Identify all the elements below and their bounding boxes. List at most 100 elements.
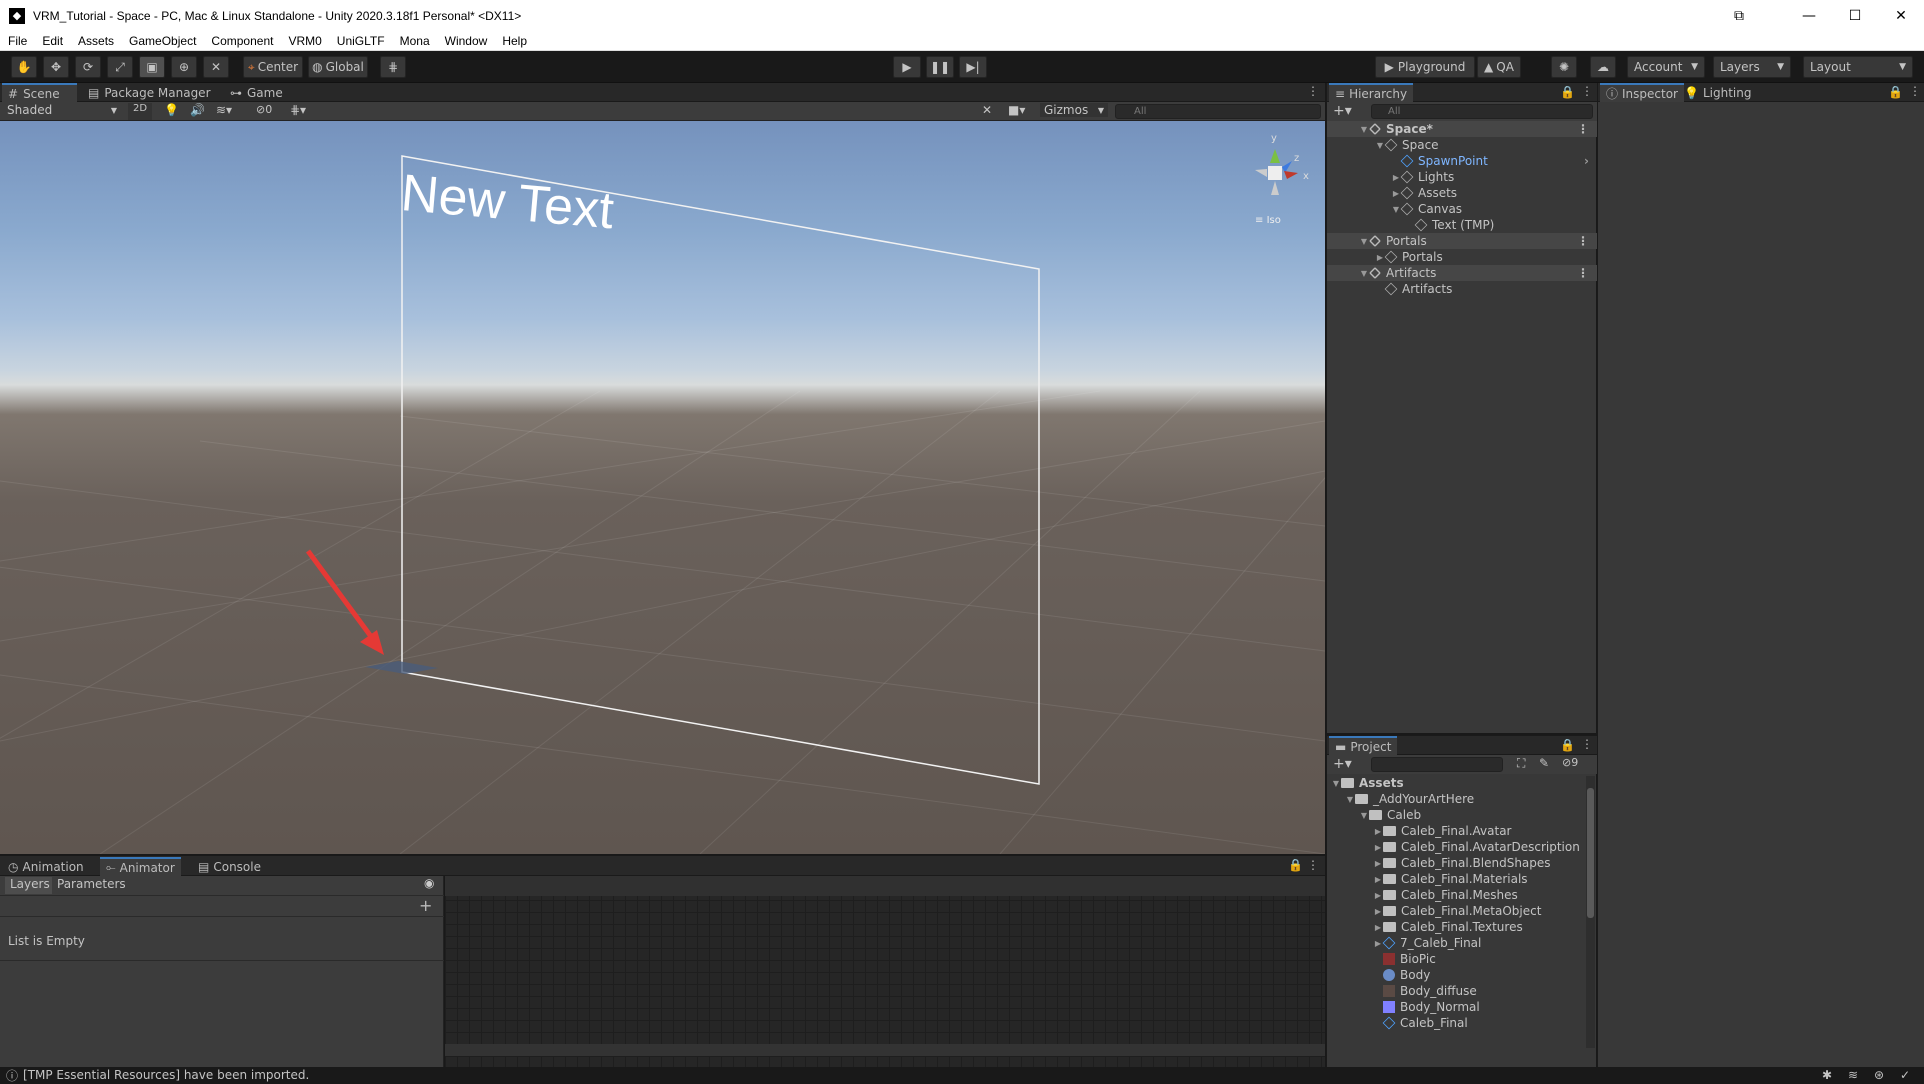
hierarchy-item-canvas[interactable]: ▼ Canvas [1327, 201, 1597, 217]
project-scrollbar[interactable] [1586, 776, 1595, 1048]
project-item-addyourarthere[interactable]: ▼ _AddYourArtHere [1327, 791, 1587, 807]
project-item-folder[interactable]: ▶ Caleb_Final.BlendShapes [1327, 855, 1587, 871]
lock-icon[interactable]: 🔒 [1288, 858, 1303, 872]
tab-scene[interactable]: # Scene [2, 83, 77, 102]
lighting-toggle-icon[interactable]: 💡 [164, 103, 179, 117]
status-message[interactable]: [TMP Essential Resources] have been impo… [23, 1068, 309, 1082]
gizmos-dropdown[interactable]: Gizmos ▼ [1040, 103, 1108, 117]
account-dropdown[interactable]: Account ▼ [1627, 56, 1705, 78]
tab-project[interactable]: ▬ Project [1329, 736, 1398, 755]
camera-dropdown-icon[interactable]: ■▾ [1008, 103, 1025, 117]
grid-toggle-icon[interactable]: ⋕▾ [290, 103, 306, 117]
filter-label-icon[interactable]: ✎ [1539, 756, 1549, 770]
lock-icon[interactable]: 🔒 [1560, 85, 1575, 99]
grid-snap-icon[interactable]: ⋕ [380, 56, 406, 78]
bug-icon[interactable]: ✱ [1822, 1068, 1832, 1082]
lock-icon[interactable]: 🔒 [1560, 738, 1575, 752]
kebab-menu-icon[interactable]: ⋮ [1581, 737, 1593, 751]
menu-file[interactable]: File [8, 34, 27, 48]
animator-graph[interactable] [445, 876, 1325, 1067]
move-tool-icon[interactable]: ✥ [43, 56, 69, 78]
iso-toggle[interactable]: ≡ Iso [1255, 215, 1281, 226]
project-item-assets[interactable]: ▼ Assets [1327, 775, 1587, 791]
eye-icon[interactable]: ◉ [424, 876, 434, 890]
menu-window[interactable]: Window [445, 34, 488, 48]
project-item-folder[interactable]: ▶ Caleb_Final.MetaObject [1327, 903, 1587, 919]
tab-hierarchy[interactable]: ≡ Hierarchy [1329, 83, 1414, 102]
menu-unigltf[interactable]: UniGLTF [337, 34, 385, 48]
hierarchy-scene-space[interactable]: ▼ Space* ⋮ [1327, 121, 1597, 137]
hierarchy-search-input[interactable]: All [1371, 104, 1593, 119]
menu-gameobject[interactable]: GameObject [129, 34, 196, 48]
hand-tool-icon[interactable]: ✋ [11, 56, 37, 78]
scrollbar-thumb[interactable] [1587, 788, 1594, 918]
filter-type-icon[interactable]: ⛶ [1517, 756, 1525, 771]
rect-tool-icon[interactable]: ▣ [139, 56, 165, 78]
playground-button[interactable]: ▶ Playground [1375, 56, 1475, 78]
layers-tab[interactable]: Layers [5, 877, 52, 894]
project-item-folder[interactable]: ▶ Caleb_Final.AvatarDescription [1327, 839, 1587, 855]
project-item-folder[interactable]: ▶ Caleb_Final.Avatar [1327, 823, 1587, 839]
debug-mode-icon[interactable]: ⊛ [1874, 1068, 1884, 1082]
project-item-folder[interactable]: ▶ Caleb_Final.Textures [1327, 919, 1587, 935]
tab-inspector[interactable]: ⓘ Inspector [1600, 83, 1684, 102]
chevron-right-icon[interactable]: › [1584, 154, 1589, 168]
cache-icon[interactable]: ≋ [1848, 1068, 1858, 1082]
hidden-packages-button[interactable]: ⊘9 [1562, 756, 1578, 769]
scene-search-input[interactable]: All [1115, 104, 1321, 119]
effects-toggle-icon[interactable]: ≋▾ [216, 103, 232, 117]
close-button[interactable]: ✕ [1878, 0, 1924, 31]
pivot-center-button[interactable]: ⌖ Center [243, 56, 303, 78]
step-button[interactable]: ▶| [959, 56, 987, 78]
project-item-folder[interactable]: ▶ Caleb_Final.Materials [1327, 871, 1587, 887]
progress-check-icon[interactable]: ✓ [1900, 1068, 1910, 1082]
hierarchy-item-text-tmp[interactable]: Text (TMP) [1327, 217, 1597, 233]
hidden-objects-button[interactable]: ⊘0 [256, 103, 272, 116]
project-item-prefab[interactable]: ▶ 7_Caleb_Final [1327, 935, 1587, 951]
hierarchy-scene-artifacts[interactable]: ▼ Artifacts ⋮ [1327, 265, 1597, 281]
create-add-button[interactable]: +▾ [1333, 756, 1352, 772]
project-item-material[interactable]: Body [1327, 967, 1587, 983]
parameters-tab[interactable]: Parameters [57, 877, 126, 894]
project-item-folder[interactable]: ▶ Caleb_Final.Meshes [1327, 887, 1587, 903]
project-item-normal-map[interactable]: Body_Normal [1327, 999, 1587, 1015]
menu-mona[interactable]: Mona [400, 34, 430, 48]
animator-scrollbar[interactable] [445, 1044, 1325, 1056]
minimize-button[interactable]: — [1786, 0, 1832, 31]
collab-icon[interactable]: ✺ [1551, 56, 1577, 78]
cloud-icon[interactable]: ☁ [1590, 56, 1616, 78]
project-item-caleb[interactable]: ▼ Caleb [1327, 807, 1587, 823]
menu-component[interactable]: Component [211, 34, 273, 48]
add-layer-button[interactable]: + [419, 896, 432, 915]
layers-dropdown[interactable]: Layers ▼ [1713, 56, 1791, 78]
hierarchy-item-portals[interactable]: ▶ Portals [1327, 249, 1597, 265]
window-feedback-icon[interactable]: ⧉ [1716, 0, 1762, 31]
project-item-image[interactable]: BioPic [1327, 951, 1587, 967]
kebab-menu-icon[interactable]: ⋮ [1909, 84, 1921, 98]
pause-button[interactable]: ❚❚ [926, 56, 954, 78]
hierarchy-item-space[interactable]: ▼ Space [1327, 137, 1597, 153]
hierarchy-item-spawnpoint[interactable]: SpawnPoint › [1327, 153, 1597, 169]
tab-animation[interactable]: ◷ Animation [2, 857, 90, 876]
maximize-button[interactable]: ☐ [1832, 0, 1878, 31]
project-item-prefab[interactable]: Caleb_Final [1327, 1015, 1587, 1031]
global-space-button[interactable]: ◍ Global [308, 56, 368, 78]
2d-toggle-button[interactable]: 2D [128, 103, 152, 120]
transform-tool-icon[interactable]: ⊕ [171, 56, 197, 78]
menu-assets[interactable]: Assets [78, 34, 114, 48]
scale-tool-icon[interactable]: ⤢ [107, 56, 133, 78]
menu-vrm0[interactable]: VRM0 [288, 34, 321, 48]
kebab-menu-icon[interactable]: ⋮ [1577, 234, 1589, 248]
kebab-menu-icon[interactable]: ⋮ [1577, 122, 1589, 136]
menu-help[interactable]: Help [502, 34, 527, 48]
hierarchy-item-artifacts[interactable]: Artifacts [1327, 281, 1597, 297]
draw-mode-dropdown[interactable]: Shaded ▼ [3, 103, 121, 120]
audio-toggle-icon[interactable]: 🔊 [190, 103, 205, 117]
tab-console[interactable]: ▤ Console [192, 857, 267, 876]
project-search-input[interactable] [1371, 757, 1503, 772]
tab-animator[interactable]: ⟜ Animator [100, 857, 181, 876]
qa-button[interactable]: ▲ QA [1477, 56, 1521, 78]
hierarchy-item-lights[interactable]: ▶ Lights [1327, 169, 1597, 185]
orientation-gizmo-icon[interactable] [1255, 149, 1298, 195]
project-item-texture[interactable]: Body_diffuse [1327, 983, 1587, 999]
